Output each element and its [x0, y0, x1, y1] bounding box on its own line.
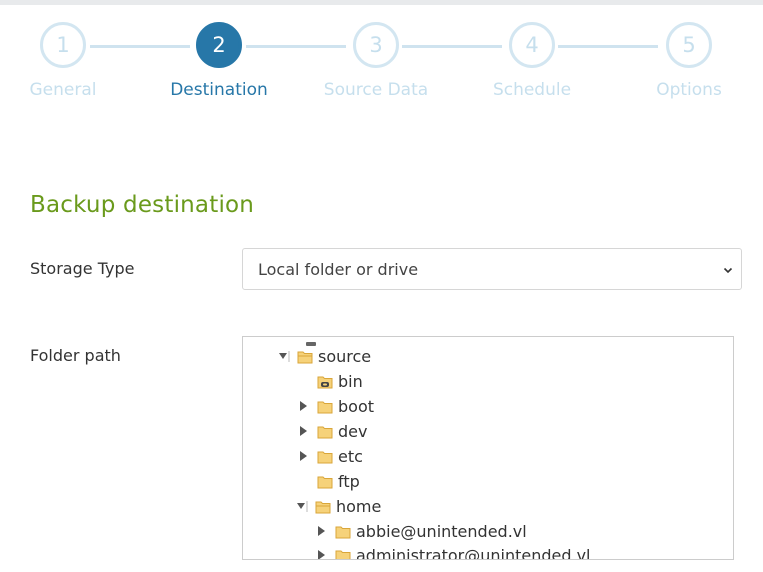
storage-type-label: Storage Type — [30, 259, 135, 278]
folder-open-icon — [315, 499, 331, 514]
expand-arrow-icon[interactable] — [297, 449, 311, 463]
step-number: 1 — [40, 22, 86, 68]
tree-node-label: source — [318, 346, 372, 366]
folder-tree[interactable]: source bin boot dev etc ftp home abbie@u… — [242, 336, 734, 560]
folder-path-label: Folder path — [30, 346, 121, 365]
tree-node-source[interactable]: source — [277, 345, 371, 367]
step-label: Destination — [170, 80, 268, 100]
tree-node-abbie[interactable]: abbie@unintended.vl — [315, 520, 527, 542]
expand-arrow-icon[interactable] — [297, 424, 311, 438]
tree-node-label: administrator@unintended.vl — [356, 545, 591, 560]
storage-type-select[interactable]: Local folder or drive — [242, 248, 742, 290]
tree-node-label: home — [336, 496, 382, 516]
step-label: Options — [656, 80, 722, 100]
folder-icon — [335, 548, 351, 559]
chevron-down-icon — [722, 261, 734, 274]
expand-toggle-icon[interactable] — [295, 499, 309, 513]
folder-open-icon — [297, 349, 313, 364]
top-border — [0, 0, 763, 5]
folder-icon — [317, 399, 333, 414]
expand-arrow-icon[interactable] — [315, 524, 329, 538]
tree-node-bin[interactable]: bin — [297, 370, 363, 392]
expand-arrow-icon[interactable] — [315, 548, 329, 559]
wizard-step-destination[interactable]: 2 Destination — [139, 22, 299, 100]
wizard-step-general[interactable]: 1 General — [0, 22, 143, 100]
leaf-spacer — [297, 374, 311, 388]
wizard-step-source-data[interactable]: 3 Source Data — [296, 22, 456, 100]
wizard-steps: 1 General 2 Destination 3 Source Data 4 … — [0, 22, 763, 112]
tree-node-home[interactable]: home — [295, 495, 381, 517]
tree-node-dev[interactable]: dev — [297, 420, 367, 442]
step-label: General — [29, 80, 97, 100]
wizard-step-options[interactable]: 5 Options — [609, 22, 763, 100]
leaf-spacer — [297, 474, 311, 488]
folder-icon — [335, 524, 351, 539]
tree-node-label: dev — [338, 421, 368, 441]
tree-node-label: ftp — [338, 471, 360, 491]
tree-node-ftp[interactable]: ftp — [297, 470, 360, 492]
wizard-step-schedule[interactable]: 4 Schedule — [452, 22, 612, 100]
step-label: Source Data — [323, 80, 429, 100]
tree-node-administrator[interactable]: administrator@unintended.vl — [315, 544, 591, 560]
step-number: 5 — [666, 22, 712, 68]
folder-icon — [317, 449, 333, 464]
folder-link-icon — [317, 374, 333, 389]
expand-arrow-icon[interactable] — [297, 399, 311, 413]
step-number: 4 — [509, 22, 555, 68]
tree-node-boot[interactable]: boot — [297, 395, 374, 417]
folder-icon — [317, 474, 333, 489]
folder-link-icon — [305, 337, 317, 346]
folder-icon — [317, 424, 333, 439]
tree-node-label: etc — [338, 446, 363, 466]
step-number: 2 — [196, 22, 242, 68]
step-number: 3 — [353, 22, 399, 68]
step-label: Schedule — [492, 80, 572, 100]
tree-node-label: abbie@unintended.vl — [356, 521, 527, 541]
expand-toggle-icon[interactable] — [277, 349, 291, 363]
storage-type-value: Local folder or drive — [258, 260, 419, 279]
section-title: Backup destination — [30, 192, 255, 218]
tree-node-etc[interactable]: etc — [297, 445, 363, 467]
tree-node-label: boot — [338, 396, 375, 416]
tree-node-label: bin — [338, 371, 363, 391]
